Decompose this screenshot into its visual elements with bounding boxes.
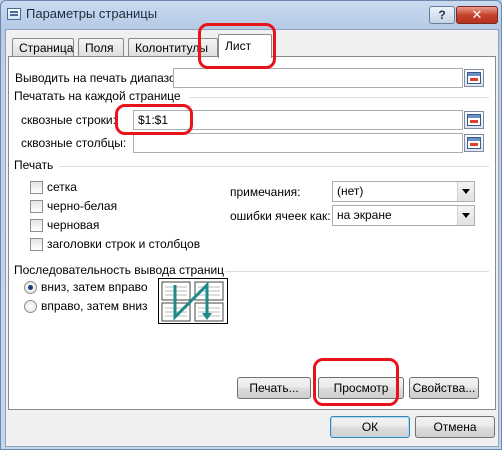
titles-group-heading: Печатать на каждой странице — [14, 89, 181, 103]
tab-strip: Страница Поля Колонтитулы Лист — [8, 34, 488, 58]
black-and-white-label[interactable]: черно-белая — [47, 199, 117, 213]
rows-to-repeat-input[interactable]: $1:$1 — [133, 110, 463, 130]
sheet-tab-panel: Выводить на печать диапазон: Печатать на… — [8, 56, 496, 410]
cell-errors-value: на экране — [337, 208, 392, 222]
over-then-down-label[interactable]: вправо, затем вниз — [41, 299, 148, 313]
tab-sheet[interactable]: Лист — [218, 34, 272, 58]
gridlines-label[interactable]: сетка — [47, 180, 77, 194]
group-divider — [59, 166, 489, 167]
chevron-down-icon[interactable] — [457, 206, 474, 225]
range-select-icon — [467, 137, 481, 149]
ok-button[interactable]: ОК — [330, 416, 410, 438]
rows-collapse-button[interactable] — [464, 111, 484, 129]
tab-header-footer[interactable]: Колонтитулы — [128, 38, 218, 57]
draft-quality-checkbox[interactable] — [30, 219, 43, 232]
print-button[interactable]: Печать... — [237, 377, 311, 399]
over-then-down-radio[interactable] — [24, 300, 37, 313]
columns-to-repeat-input[interactable] — [133, 133, 463, 153]
chevron-down-icon[interactable] — [457, 182, 474, 201]
dialog-icon — [7, 8, 21, 20]
rows-to-repeat-label: сквозные строки: — [21, 113, 116, 127]
properties-button[interactable]: Свойства... — [409, 377, 479, 399]
draft-quality-label[interactable]: черновая — [47, 218, 99, 232]
cancel-button[interactable]: Отмена — [415, 416, 495, 438]
print-area-collapse-button[interactable] — [464, 69, 484, 87]
gridlines-checkbox[interactable] — [30, 181, 43, 194]
comments-dropdown[interactable]: (нет) — [332, 181, 475, 202]
row-column-headings-label[interactable]: заголовки строк и столбцов — [47, 237, 200, 251]
cell-errors-label: ошибки ячеек как: — [230, 209, 331, 223]
down-then-over-label[interactable]: вниз, затем вправо — [41, 280, 148, 294]
comments-value: (нет) — [337, 184, 364, 198]
close-button[interactable]: ✕ — [456, 6, 498, 24]
range-select-icon — [467, 72, 481, 84]
tab-margins[interactable]: Поля — [78, 38, 124, 57]
dialog-body: Страница Поля Колонтитулы Лист Выводить … — [5, 29, 499, 447]
help-button[interactable]: ? — [429, 6, 455, 24]
group-divider — [225, 271, 489, 272]
comments-label: примечания: — [230, 185, 301, 199]
black-and-white-checkbox[interactable] — [30, 200, 43, 213]
print-area-input[interactable] — [173, 68, 463, 88]
down-then-over-radio[interactable] — [24, 281, 37, 294]
print-area-label: Выводить на печать диапазон: — [15, 71, 186, 85]
tab-page[interactable]: Страница — [12, 38, 74, 57]
columns-collapse-button[interactable] — [464, 134, 484, 152]
group-divider — [189, 97, 489, 98]
print-preview-button[interactable]: Просмотр — [318, 377, 404, 399]
print-group-heading: Печать — [14, 158, 54, 172]
page-setup-dialog: Параметры страницы ? ✕ Страница Поля Кол… — [0, 0, 502, 450]
title-bar[interactable]: Параметры страницы ? ✕ — [1, 1, 501, 29]
page-order-group-heading: Последовательность вывода страниц — [14, 263, 225, 277]
dialog-title: Параметры страницы — [26, 6, 158, 21]
range-select-icon — [467, 114, 481, 126]
columns-to-repeat-label: сквозные столбцы: — [21, 136, 127, 150]
row-column-headings-checkbox[interactable] — [30, 238, 43, 251]
page-order-preview-icon — [158, 278, 228, 324]
cell-errors-dropdown[interactable]: на экране — [332, 205, 475, 226]
